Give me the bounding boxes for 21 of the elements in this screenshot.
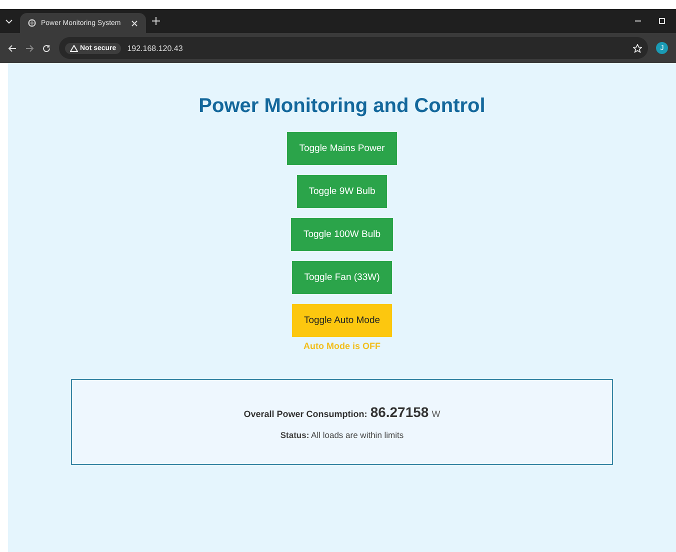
- back-icon[interactable]: [8, 44, 17, 52]
- toggle-button[interactable]: Toggle Fan (33W): [292, 261, 392, 294]
- star-icon[interactable]: [633, 44, 642, 52]
- toggle-button[interactable]: Toggle 9W Bulb: [296, 175, 388, 208]
- auto-mode-status: Auto Mode is OFF: [304, 341, 380, 351]
- restore-icon[interactable]: [658, 17, 666, 25]
- forward-icon[interactable]: [25, 44, 34, 52]
- url-text: 192.168.120.43: [127, 44, 183, 52]
- status-text: Status: All loads are within limits: [280, 430, 404, 440]
- toggle-button[interactable]: Toggle 100W Bulb: [291, 218, 393, 251]
- consumption-label: Overall Power Consumption:: [244, 409, 368, 419]
- reload-icon[interactable]: [42, 44, 51, 52]
- new-tab-icon[interactable]: [152, 17, 160, 25]
- globe-icon: [28, 19, 36, 27]
- consumption-unit: W: [432, 409, 440, 419]
- toggle-button[interactable]: Toggle Auto Mode: [292, 304, 392, 337]
- page-title: Power Monitoring and Control: [198, 95, 486, 118]
- close-icon[interactable]: [131, 20, 138, 26]
- consumption-value: 86.27158: [370, 404, 429, 420]
- warning-icon: [70, 44, 78, 52]
- toggle-button[interactable]: Toggle Mains Power: [287, 132, 397, 165]
